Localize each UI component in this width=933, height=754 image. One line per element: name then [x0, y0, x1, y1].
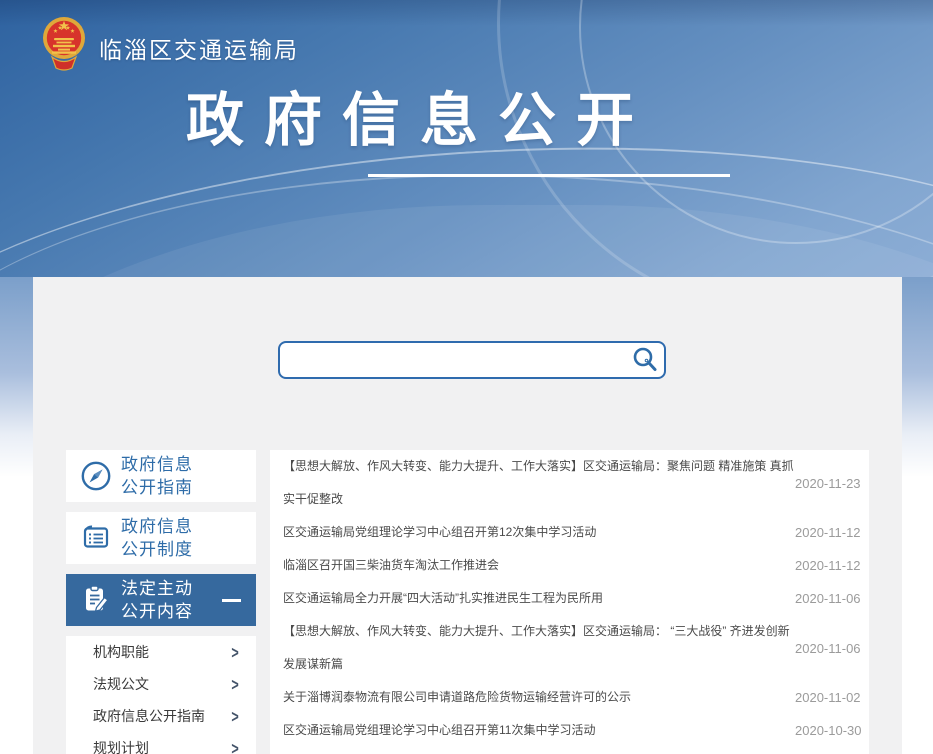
- sidebar: 政府信息 公开指南 政府信息 公开制度: [66, 450, 256, 754]
- news-title[interactable]: 区交通运输局全力开展“四大活动”扎实推进民生工程为民所用: [283, 582, 795, 615]
- page-title: 政府信息公开: [186, 86, 654, 156]
- chevron-right-icon: >: [231, 642, 238, 662]
- search-bar: [278, 341, 666, 379]
- news-list-item[interactable]: 区交通运输局党组理论学习中心组召开第11次集中学习活动 2020-10-30: [270, 714, 869, 747]
- news-title[interactable]: 临淄区召开国三柴油货车淘汰工作推进会: [283, 549, 795, 582]
- sidebar-submenu: 机构职能 > 法规公文 > 政府信息公开指南 > 规划计划: [66, 636, 256, 754]
- ledger-icon: [79, 521, 113, 555]
- clipboard-pencil-icon: [79, 583, 113, 617]
- submenu-item-label: 法规公文: [93, 674, 149, 694]
- banner: 临淄区交通运输局 政府信息公开: [0, 0, 933, 277]
- site-brand[interactable]: 临淄区交通运输局: [42, 14, 299, 72]
- national-emblem-icon: [42, 14, 86, 72]
- news-list-item[interactable]: 【思想大解放、作风大转变、能力大提升、工作大落实】区交通运输局： “三大战役” …: [270, 615, 869, 681]
- sidebar-item-label: 政府信息 公开制度: [121, 515, 193, 561]
- news-date: 2020-11-06: [795, 641, 861, 656]
- page: 临淄区交通运输局 政府信息公开: [0, 0, 933, 754]
- news-date: 2020-11-02: [795, 690, 861, 705]
- sidebar-submenu-item[interactable]: 规划计划 >: [66, 732, 256, 754]
- search-input[interactable]: [278, 341, 666, 379]
- org-name: 临淄区交通运输局: [99, 31, 299, 65]
- news-date: 2020-11-06: [795, 591, 861, 606]
- sidebar-submenu-item[interactable]: 法规公文 >: [66, 668, 256, 700]
- news-title[interactable]: 【思想大解放、作风大转变、能力大提升、工作大落实】区交通运输局： “三大战役” …: [283, 615, 795, 681]
- sidebar-item-statutory-disclosure[interactable]: 法定主动 公开内容: [66, 574, 256, 626]
- news-list-item[interactable]: 【思想大解放、作风大转变、能力大提升、工作大落实】区交通运输局：聚焦问题 精准施…: [270, 450, 869, 516]
- chevron-right-icon: >: [231, 706, 238, 726]
- news-title[interactable]: 关于淄博润泰物流有限公司申请道路危险货物运输经营许可的公示: [283, 681, 795, 714]
- news-title[interactable]: 【思想大解放、作风大转变、能力大提升、工作大落实】区交通运输局：聚焦问题 精准施…: [283, 450, 795, 516]
- news-list-item[interactable]: 区交通运输局全力开展“四大活动”扎实推进民生工程为民所用 2020-11-06: [270, 582, 869, 615]
- chevron-right-icon: >: [231, 738, 238, 754]
- sidebar-item-gov-info-system[interactable]: 政府信息 公开制度: [66, 512, 256, 564]
- search-icon: [631, 346, 659, 374]
- news-date: 2020-11-12: [795, 558, 861, 573]
- news-date: 2020-10-30: [795, 723, 862, 738]
- news-list: 【思想大解放、作风大转变、能力大提升、工作大落实】区交通运输局：聚焦问题 精准施…: [270, 450, 869, 754]
- chevron-right-icon: >: [231, 674, 238, 694]
- sidebar-item-label: 政府信息 公开指南: [121, 453, 193, 499]
- sidebar-submenu-item[interactable]: 机构职能 >: [66, 636, 256, 668]
- sidebar-submenu-item[interactable]: 政府信息公开指南 >: [66, 700, 256, 732]
- sidebar-item-label: 法定主动 公开内容: [121, 577, 193, 623]
- news-title[interactable]: 区交通运输局党组理论学习中心组召开第12次集中学习活动: [283, 516, 795, 549]
- submenu-item-label: 机构职能: [93, 642, 149, 662]
- submenu-item-label: 政府信息公开指南: [93, 706, 205, 726]
- title-underline: [368, 174, 730, 177]
- news-list-item[interactable]: 关于淄博润泰物流有限公司申请道路危险货物运输经营许可的公示 2020-11-02: [270, 681, 869, 714]
- news-list-item[interactable]: 区交通运输局党组理论学习中心组召开第12次集中学习活动 2020-11-12: [270, 516, 869, 549]
- news-title[interactable]: 区交通运输局党组理论学习中心组召开第11次集中学习活动: [283, 714, 795, 747]
- search-button[interactable]: [630, 346, 660, 374]
- sidebar-item-gov-info-guide[interactable]: 政府信息 公开指南: [66, 450, 256, 502]
- content-card: 政府信息 公开指南 政府信息 公开制度: [33, 277, 902, 754]
- news-list-item[interactable]: 临淄区召开国三柴油货车淘汰工作推进会 2020-11-12: [270, 549, 869, 582]
- collapse-minus-icon[interactable]: [222, 599, 241, 602]
- news-date: 2020-11-12: [795, 525, 861, 540]
- submenu-item-label: 规划计划: [93, 738, 149, 754]
- news-date: 2020-11-23: [795, 476, 861, 491]
- compass-icon: [79, 459, 113, 493]
